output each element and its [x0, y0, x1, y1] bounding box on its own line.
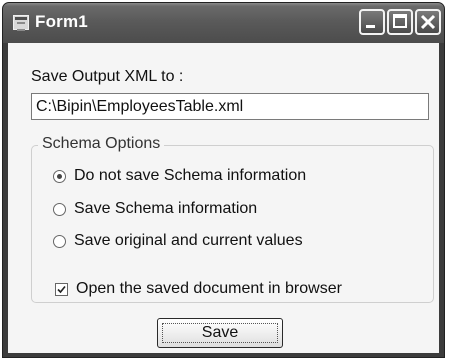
maximize-button[interactable]	[387, 9, 413, 35]
radio-save-schema[interactable]: Save Schema information	[53, 198, 257, 220]
radio-save-original-current[interactable]: Save original and current values	[53, 230, 303, 252]
form-app-icon[interactable]	[13, 15, 29, 31]
open-in-browser-option[interactable]: Open the saved document in browser	[55, 278, 342, 300]
minimize-button[interactable]	[359, 9, 385, 35]
open-in-browser-label: Open the saved document in browser	[76, 280, 342, 297]
minimize-icon	[366, 25, 375, 28]
window-title: Form1	[35, 12, 88, 31]
output-path-label: Save Output XML to :	[31, 68, 184, 85]
save-button[interactable]: Save	[157, 318, 283, 348]
output-path-input[interactable]	[31, 93, 429, 120]
close-icon	[420, 14, 436, 30]
close-button[interactable]	[415, 9, 441, 35]
radio-label: Save Schema information	[74, 200, 258, 217]
radio-do-not-save-schema[interactable]: Do not save Schema information	[53, 165, 306, 187]
open-in-browser-checkbox[interactable]	[55, 282, 68, 296]
radio-label: Save original and current values	[74, 232, 303, 249]
schema-options-legend: Schema Options	[38, 135, 165, 153]
checkmark-icon	[57, 285, 66, 293]
radio-label: Do not save Schema information	[74, 167, 307, 184]
radio-button[interactable]	[53, 202, 66, 216]
maximize-icon	[393, 14, 407, 28]
radio-button-checked[interactable]	[53, 169, 66, 183]
title-bar[interactable]: Form1	[3, 3, 444, 43]
focus-rectangle	[162, 323, 278, 343]
form1-window: Form1 Save Output XML to : Schema Option…	[2, 2, 445, 358]
form-client-area: Save Output XML to : Schema Options Do n…	[8, 43, 439, 353]
radio-button[interactable]	[53, 234, 66, 248]
